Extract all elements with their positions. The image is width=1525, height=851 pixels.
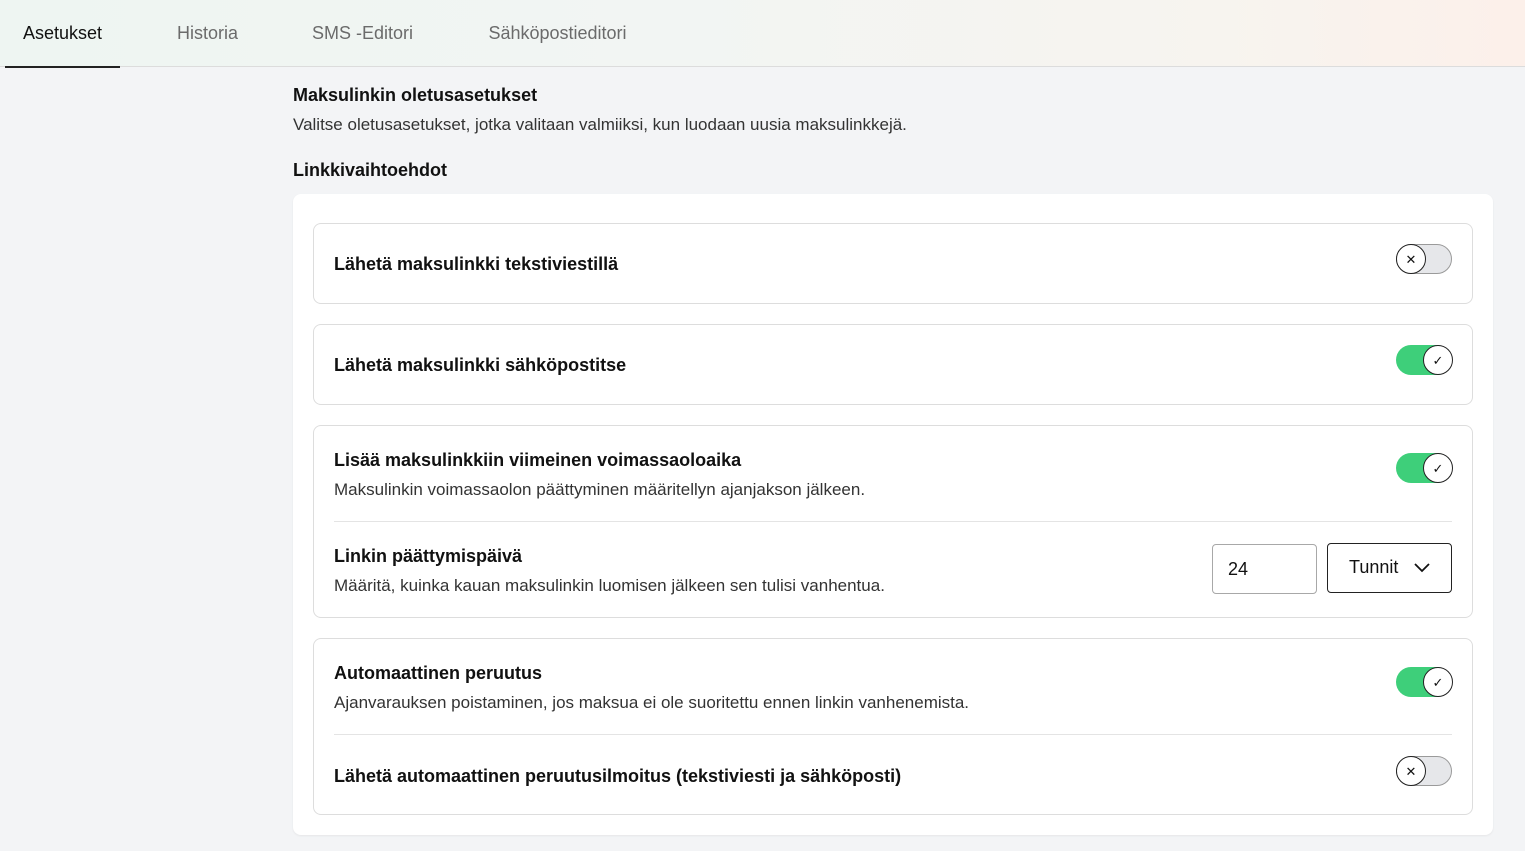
cancel-notice-title: Lähetä automaattinen peruutusilmoitus (t… — [334, 766, 902, 786]
check-icon: ✓ — [1423, 453, 1453, 483]
divider — [334, 734, 1452, 735]
chevron-down-icon — [1414, 563, 1430, 573]
divider — [334, 521, 1452, 522]
expiry-option-card: Lisää maksulinkkiin viimeinen voimassaol… — [313, 425, 1473, 618]
expiry-toggle[interactable]: ✓ — [1396, 453, 1453, 483]
expiry-date-title: Linkin päättymispäivä — [334, 546, 523, 566]
page-title: Maksulinkin oletusasetukset — [293, 85, 538, 105]
expiry-unit-value: Tunnit — [1349, 557, 1399, 577]
auto-cancel-toggle[interactable]: ✓ — [1396, 667, 1453, 697]
auto-cancel-title: Automaattinen peruutus — [334, 663, 543, 683]
tab-sms-editor[interactable]: SMS -Editori — [295, 0, 430, 67]
expiry-unit-select[interactable]: Tunnit — [1327, 543, 1452, 593]
expiry-date-description: Määritä, kuinka kauan maksulinkin luomis… — [334, 576, 885, 595]
tab-historia[interactable]: Historia — [160, 0, 255, 67]
tab-email-editor[interactable]: Sähköpostieditori — [470, 0, 645, 67]
settings-panel: Lähetä maksulinkki tekstiviestillä ✕ Läh… — [293, 194, 1493, 835]
expiry-option-description: Maksulinkin voimassaolon päättyminen mää… — [334, 480, 866, 499]
sms-option-title: Lähetä maksulinkki tekstiviestillä — [334, 254, 619, 274]
sms-toggle[interactable]: ✕ — [1396, 244, 1452, 274]
auto-cancel-card: Automaattinen peruutus Ajanvarauksen poi… — [313, 638, 1473, 815]
email-toggle[interactable]: ✓ — [1396, 345, 1453, 375]
x-icon: ✕ — [1396, 756, 1426, 786]
check-icon: ✓ — [1423, 667, 1453, 697]
email-option-card: Lähetä maksulinkki sähköpostitse ✓ — [313, 324, 1473, 405]
page-description: Valitse oletusasetukset, jotka valitaan … — [293, 115, 907, 134]
cancel-notice-toggle[interactable]: ✕ — [1396, 756, 1452, 786]
tab-bar: Asetukset Historia SMS -Editori Sähköpos… — [0, 0, 1525, 68]
tab-asetukset[interactable]: Asetukset — [5, 0, 120, 68]
expiry-amount-input[interactable]: 24 — [1212, 544, 1317, 594]
check-icon: ✓ — [1423, 345, 1453, 375]
expiry-option-title: Lisää maksulinkkiin viimeinen voimassaol… — [334, 450, 742, 470]
x-icon: ✕ — [1396, 244, 1426, 274]
sms-option-card: Lähetä maksulinkki tekstiviestillä ✕ — [313, 223, 1473, 304]
auto-cancel-description: Ajanvarauksen poistaminen, jos maksua ei… — [334, 693, 970, 712]
email-option-title: Lähetä maksulinkki sähköpostitse — [334, 355, 627, 375]
section-title: Linkkivaihtoehdot — [293, 160, 448, 180]
